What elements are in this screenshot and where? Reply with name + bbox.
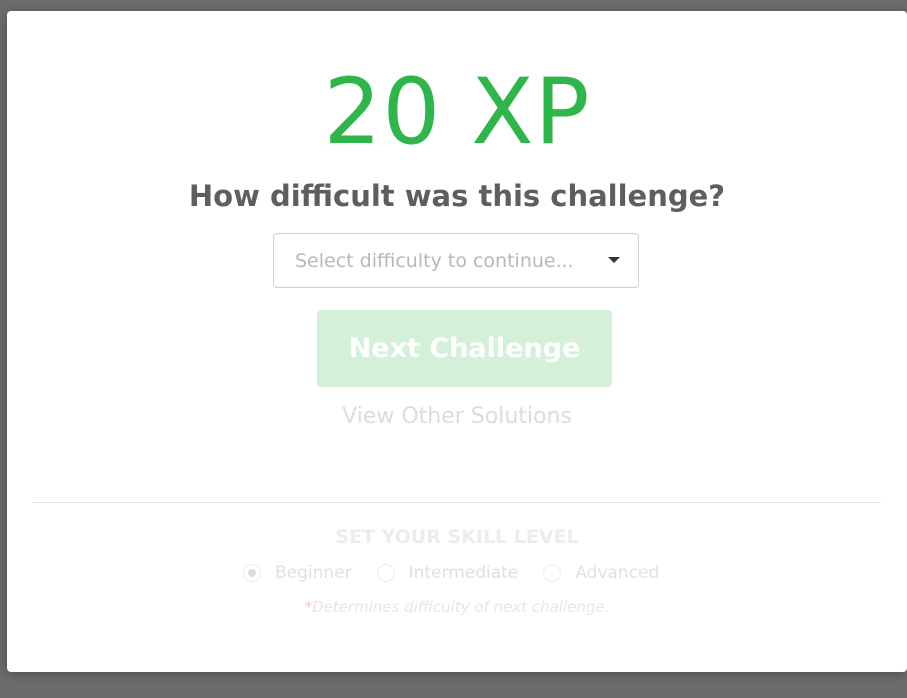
caret-down-icon (608, 257, 620, 263)
required-asterisk: * (304, 598, 313, 616)
radio-unchecked-icon[interactable] (543, 564, 562, 582)
skill-level-options: Beginner Intermediate Advanced (243, 561, 684, 585)
completion-modal: 20 XP How difficult was this challenge? … (7, 11, 907, 672)
difficulty-select[interactable]: Select difficulty to continue... (273, 233, 639, 288)
radio-checked-icon[interactable] (243, 564, 261, 582)
next-challenge-button[interactable]: Next Challenge (317, 310, 612, 387)
difficulty-question: How difficult was this challenge? (188, 179, 726, 213)
divider (33, 502, 881, 503)
skill-option-label: Advanced (575, 563, 660, 583)
skill-option-beginner[interactable]: Beginner (243, 561, 352, 585)
skill-option-label: Beginner (275, 563, 352, 583)
skill-level-note-text: Determines difficulty of next challenge. (312, 598, 610, 616)
difficulty-select-placeholder: Select difficulty to continue... (295, 250, 574, 272)
skill-level-title: SET YOUR SKILL LEVEL (335, 526, 579, 548)
skill-option-intermediate[interactable]: Intermediate (376, 561, 519, 585)
view-other-solutions-link[interactable]: View Other Solutions (7, 401, 907, 433)
skill-level-note: *Determines difficulty of next challenge… (7, 596, 907, 618)
xp-earned: 20 XP (323, 60, 591, 165)
skill-option-label: Intermediate (408, 563, 519, 583)
radio-unchecked-icon[interactable] (376, 564, 395, 582)
skill-option-advanced[interactable]: Advanced (543, 561, 659, 585)
